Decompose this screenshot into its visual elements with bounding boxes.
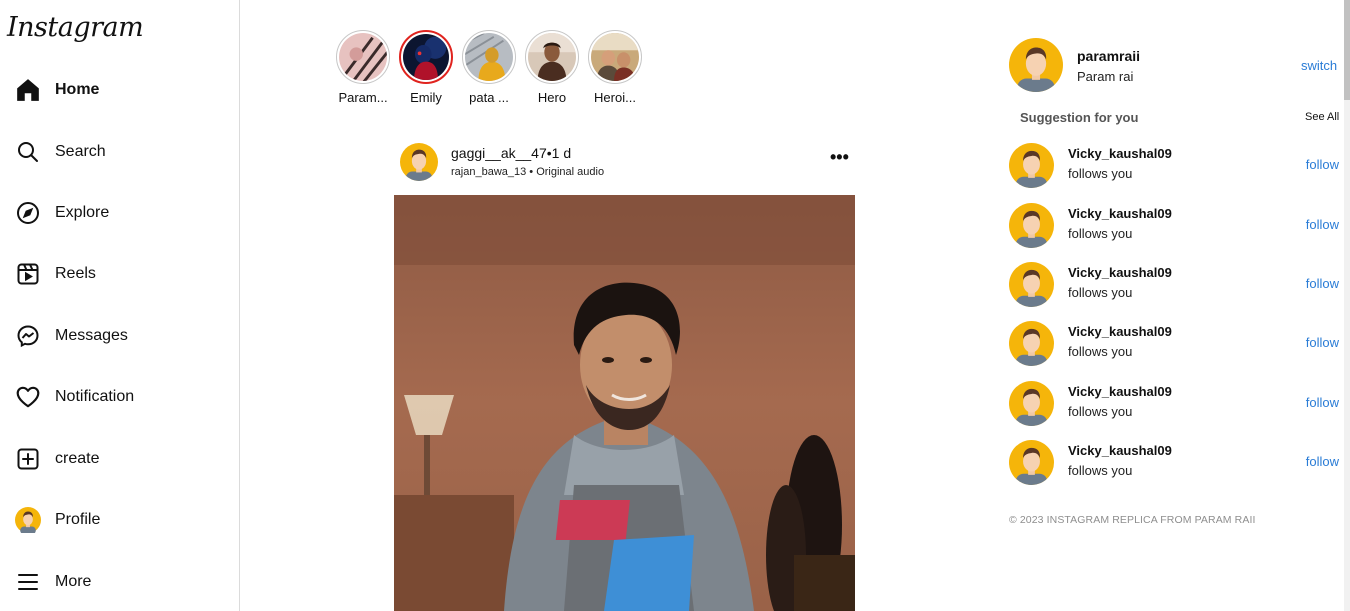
suggestion-avatar[interactable] — [1009, 143, 1054, 188]
suggestion-username[interactable]: Vicky_kaushal09 — [1068, 384, 1172, 399]
story-item[interactable]: Emily — [398, 30, 454, 105]
suggestion-status: follows you — [1068, 463, 1133, 478]
suggestions-title: Suggestion for you — [1020, 110, 1139, 125]
nav-label-more: More — [55, 573, 92, 590]
current-user-avatar[interactable] — [1009, 38, 1063, 92]
switch-account-link[interactable]: switch — [1301, 58, 1337, 73]
story-item[interactable]: Param... — [335, 30, 391, 105]
nav-item-home[interactable]: Home — [14, 76, 99, 104]
suggestion-status: follows you — [1068, 226, 1133, 241]
follow-button[interactable]: follow — [1306, 454, 1339, 469]
nav-label-messages: Messages — [55, 327, 128, 344]
story-name: pata ... — [469, 90, 509, 105]
suggestion-avatar[interactable] — [1009, 203, 1054, 248]
nav-item-explore[interactable]: Explore — [14, 199, 109, 227]
nav-label-explore: Explore — [55, 204, 110, 221]
post-author-avatar[interactable] — [400, 143, 438, 181]
story-name: Param... — [338, 90, 388, 105]
plus-square-icon — [14, 445, 42, 473]
instagram-logo[interactable]: Instagram — [7, 12, 144, 43]
story-ring — [588, 30, 642, 84]
nav-item-messages[interactable]: Messages — [14, 322, 128, 350]
suggestion-username[interactable]: Vicky_kaushal09 — [1068, 265, 1172, 280]
suggestion-row: Vicky_kaushal09follows you follow — [1009, 321, 1339, 367]
follow-button[interactable]: follow — [1306, 157, 1339, 172]
follow-button[interactable]: follow — [1306, 335, 1339, 350]
nav-item-profile[interactable]: Profile — [14, 506, 100, 534]
nav-label-reels: Reels — [55, 265, 96, 282]
story-ring — [525, 30, 579, 84]
story-ring-active — [399, 30, 453, 84]
story-name: Emily — [410, 90, 442, 105]
page-scrollbar[interactable] — [1344, 0, 1350, 611]
suggestion-row: Vicky_kaushal09follows you follow — [1009, 262, 1339, 308]
sidebar: Instagram Home Search Explore Reels Mess… — [0, 0, 240, 611]
nav-item-reels[interactable]: Reels — [14, 260, 96, 288]
messenger-icon — [14, 322, 42, 350]
follow-button[interactable]: follow — [1306, 217, 1339, 232]
story-thumbnail — [465, 33, 513, 81]
post-header: gaggi__ak__47•1 d rajan_bawa_13 • Origin… — [400, 143, 855, 183]
nav-item-notification[interactable]: Notification — [14, 383, 134, 411]
story-thumbnail — [339, 33, 387, 81]
suggestion-username[interactable]: Vicky_kaushal09 — [1068, 443, 1172, 458]
suggestion-username[interactable]: Vicky_kaushal09 — [1068, 206, 1172, 221]
post-author-line[interactable]: gaggi__ak__47•1 d — [451, 145, 571, 161]
follow-button[interactable]: follow — [1306, 395, 1339, 410]
suggestion-status: follows you — [1068, 166, 1133, 181]
nav-label-notification: Notification — [55, 388, 135, 405]
suggestion-status: follows you — [1068, 344, 1133, 359]
post-audio-line[interactable]: rajan_bawa_13 • Original audio — [451, 166, 604, 178]
story-thumbnail — [528, 33, 576, 81]
suggestion-row: Vicky_kaushal09follows you follow — [1009, 440, 1339, 486]
nav-item-create[interactable]: create — [14, 445, 99, 473]
suggestion-status: follows you — [1068, 285, 1133, 300]
story-name: Heroi... — [594, 90, 636, 105]
suggestion-row: Vicky_kaushal09follows you follow — [1009, 143, 1339, 189]
suggestion-row: Vicky_kaushal09follows you follow — [1009, 381, 1339, 427]
profile-avatar-icon — [14, 506, 42, 534]
story-ring — [336, 30, 390, 84]
story-item[interactable]: pata ... — [461, 30, 517, 105]
suggestion-avatar[interactable] — [1009, 440, 1054, 485]
post-more-options-icon[interactable]: ••• — [830, 147, 849, 168]
story-thumbnail — [403, 34, 449, 80]
search-icon — [14, 138, 42, 166]
nav-label-search: Search — [55, 143, 106, 160]
suggestion-row: Vicky_kaushal09follows you follow — [1009, 203, 1339, 249]
story-name: Hero — [537, 90, 567, 105]
story-item[interactable]: Heroi... — [587, 30, 643, 105]
scrollbar-thumb[interactable] — [1344, 0, 1350, 100]
copyright-text: © 2023 INSTAGRAM REPLICA FROM PARAM RAII — [1009, 514, 1256, 526]
nav-label-create: create — [55, 450, 100, 467]
nav-label-home: Home — [55, 81, 100, 98]
compass-icon — [14, 199, 42, 227]
nav-item-search[interactable]: Search — [14, 138, 106, 166]
follow-button[interactable]: follow — [1306, 276, 1339, 291]
heart-icon — [14, 383, 42, 411]
reels-icon — [14, 260, 42, 288]
current-user-fullname: Param rai — [1077, 69, 1134, 84]
see-all-link[interactable]: See All — [1305, 111, 1339, 123]
suggestion-avatar[interactable] — [1009, 381, 1054, 426]
post-image[interactable] — [394, 195, 855, 611]
nav-item-more[interactable]: More — [14, 568, 91, 596]
story-ring — [462, 30, 516, 84]
suggestion-avatar[interactable] — [1009, 321, 1054, 366]
suggestion-avatar[interactable] — [1009, 262, 1054, 307]
story-item[interactable]: Hero — [524, 30, 580, 105]
home-icon — [14, 76, 42, 104]
suggestion-username[interactable]: Vicky_kaushal09 — [1068, 324, 1172, 339]
nav-label-profile: Profile — [55, 511, 101, 528]
suggestion-status: follows you — [1068, 404, 1133, 419]
story-thumbnail — [591, 33, 639, 81]
current-username[interactable]: paramraii — [1077, 48, 1140, 64]
suggestion-username[interactable]: Vicky_kaushal09 — [1068, 146, 1172, 161]
menu-icon — [14, 568, 42, 596]
